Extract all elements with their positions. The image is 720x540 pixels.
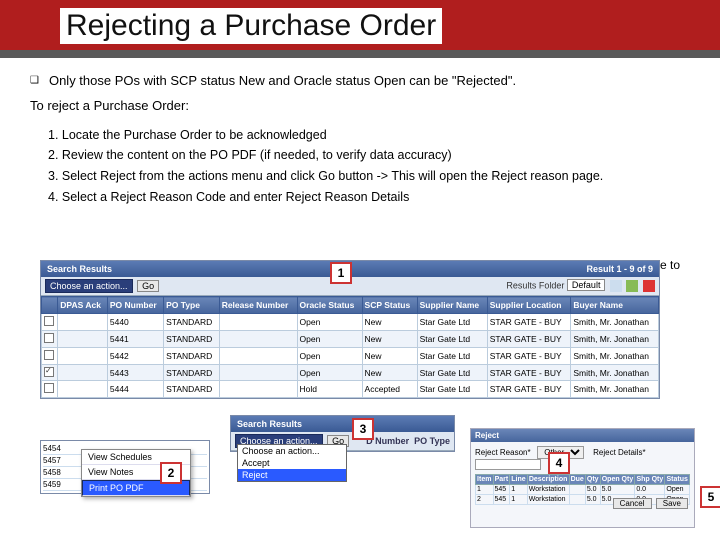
col-header: SCP Status [362, 297, 417, 314]
callout-1: 1 [330, 262, 352, 284]
folder-select[interactable]: Default [567, 279, 606, 291]
context-menu-shot: 5454545754585459 View SchedulesView Note… [40, 440, 210, 494]
body-text: ❑ Only those POs with SCP status New and… [0, 58, 720, 116]
table-row[interactable]: 5442STANDARDOpenNewStar Gate LtdSTAR GAT… [42, 348, 659, 365]
col-header: Supplier Location [487, 297, 571, 314]
col-header: PO Type [164, 297, 220, 314]
row-checkbox[interactable] [44, 316, 54, 326]
detail-label: Reject Details* [593, 448, 653, 457]
bullet-text: Only those POs with SCP status New and O… [49, 72, 516, 91]
instruction-text: To reject a Purchase Order: [30, 97, 690, 116]
callout-3: 3 [352, 418, 374, 440]
table-row[interactable]: 5440STANDARDOpenNewStar Gate LtdSTAR GAT… [42, 314, 659, 331]
reason-label: Reject Reason* [475, 448, 535, 457]
callout-2: 2 [160, 462, 182, 484]
result-count: Result 1 - 9 of 9 [586, 264, 653, 274]
edit-icon[interactable] [626, 280, 638, 292]
detail-input[interactable] [475, 459, 541, 470]
step-2: 2. Review the content on the PO PDF (if … [48, 146, 700, 165]
doc-icon[interactable] [610, 280, 622, 292]
steps-list: 1. Locate the Purchase Order to be ackno… [0, 116, 720, 207]
row-checkbox[interactable] [44, 350, 54, 360]
step-4: 4. Select a Reject Reason Code and enter… [48, 188, 700, 207]
delete-icon[interactable] [643, 280, 655, 292]
row-checkbox[interactable] [44, 383, 54, 393]
col-header [42, 297, 58, 314]
table-row: 15451Workstation5.05.00.0Open [476, 485, 690, 495]
col-header: Oracle Status [297, 297, 362, 314]
dropdown-option[interactable]: Accept [238, 457, 346, 469]
step-3: 3. Select Reject from the actions menu a… [48, 167, 700, 186]
col-b: PO Type [414, 436, 450, 446]
col-header: PO Number [107, 297, 163, 314]
save-button[interactable]: Save [656, 498, 688, 509]
row-checkbox[interactable] [44, 333, 54, 343]
action-select[interactable]: Choose an action... [45, 279, 133, 293]
bullet-icon: ❑ [30, 72, 39, 91]
results-table: DPAS AckPO NumberPO TypeRelease NumberOr… [41, 296, 659, 398]
callout-4: 4 [548, 452, 570, 474]
step-1: 1. Locate the Purchase Order to be ackno… [48, 126, 700, 145]
row-checkbox[interactable] [44, 367, 54, 377]
cancel-button[interactable]: Cancel [613, 498, 652, 509]
col-header: Release Number [219, 297, 297, 314]
panel-title-3: Search Results [237, 419, 302, 429]
callout-5: 5 [700, 486, 720, 508]
cutoff-text: e to [660, 250, 720, 270]
action-dropdown[interactable]: Choose an action...AcceptReject [237, 444, 347, 482]
action-dropdown-shot: Search Results Choose an action... Go D … [230, 415, 455, 452]
reject-reason-panel: Reject Reject Reason* Other Reject Detai… [470, 428, 695, 528]
dropdown-option[interactable]: Choose an action... [238, 445, 346, 457]
col-header: Buyer Name [571, 297, 659, 314]
table-row[interactable]: 5441STANDARDOpenNewStar Gate LtdSTAR GAT… [42, 331, 659, 348]
col-header: DPAS Ack [58, 297, 108, 314]
table-row[interactable]: 5444STANDARDHoldAcceptedStar Gate LtdSTA… [42, 381, 659, 398]
table-row[interactable]: 5443STANDARDOpenNewStar Gate LtdSTAR GAT… [42, 365, 659, 381]
reject-header: Reject [471, 429, 694, 442]
folder-label: Results Folder [506, 280, 564, 290]
title-bar: Rejecting a Purchase Order [0, 0, 720, 58]
page-title: Rejecting a Purchase Order [60, 8, 442, 44]
dropdown-option[interactable]: Reject [238, 469, 346, 481]
panel-title: Search Results [47, 264, 112, 274]
go-button[interactable]: Go [137, 280, 159, 292]
col-header: Supplier Name [417, 297, 487, 314]
